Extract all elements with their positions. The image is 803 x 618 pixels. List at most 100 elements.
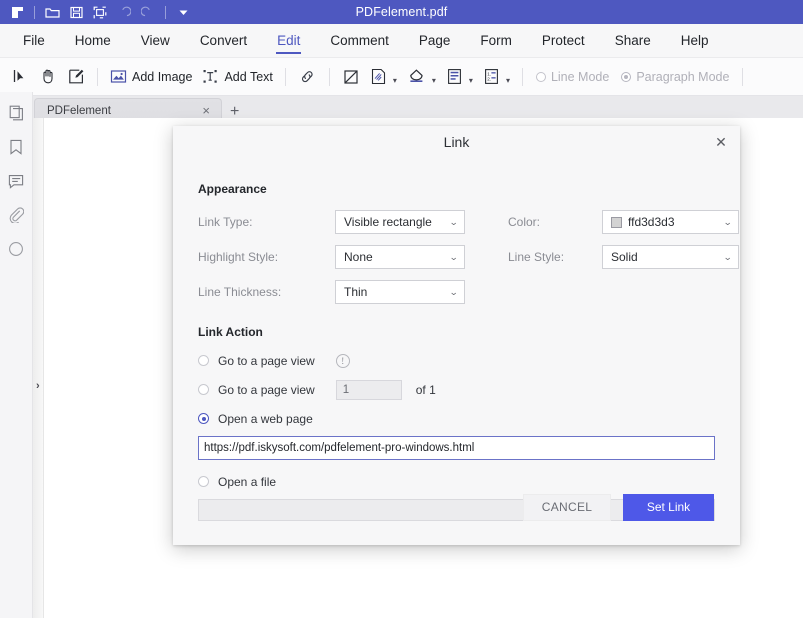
paragraph-mode-radio[interactable]: Paragraph Mode [615,70,735,84]
watermark-dropdown-icon[interactable]: ▾ [393,76,397,85]
line-mode-radio-dot [535,71,546,82]
background-icon[interactable]: ▾ [402,62,441,92]
thumbnails-icon[interactable] [0,96,33,130]
menu-item-view[interactable]: View [126,24,185,58]
dialog-header: Link ✕ [173,126,740,158]
menu-item-page[interactable]: Page [404,24,466,58]
option-go-to-page-view-destination[interactable]: Go to a page view ! [198,348,715,373]
close-icon[interactable]: ✕ [712,133,730,151]
bates-numbering-icon[interactable]: 1. 2. ▾ [478,62,515,92]
print-icon[interactable] [89,2,111,22]
menu-item-form[interactable]: Form [465,24,527,58]
svg-text:2.: 2. [487,76,491,81]
set-link-button[interactable]: Set Link [623,493,714,521]
edit-text-tool-icon[interactable] [62,62,90,92]
undo-icon [113,2,135,22]
add-text-label: Add Text [224,69,273,84]
toolbar-divider-3 [328,67,330,86]
watermark-icon[interactable]: ▾ [365,62,402,92]
dialog-title: Link [443,134,470,150]
add-text-button[interactable]: Add Text [197,62,277,92]
go-to-page-view-destination-label: Go to a page view [218,353,315,368]
save-icon[interactable] [65,2,87,22]
page-total-label: of 1 [415,382,436,397]
radio-go-to-page-number[interactable] [198,384,209,395]
tab-close-icon[interactable]: × [199,104,213,117]
row-line-thickness: Line Thickness: Thin ⌄ [198,280,715,304]
highlight-style-select[interactable]: None ⌄ [335,245,465,269]
menu-item-share[interactable]: Share [600,24,666,58]
highlight-style-label: Highlight Style: [198,250,279,264]
radio-open-web-page[interactable] [198,413,209,424]
app-logo-icon [6,2,28,22]
toolbar-divider-2 [284,67,286,86]
url-input[interactable]: https://pdf.iskysoft.com/pdfelement-pro-… [198,436,715,460]
chevron-down-icon: ⌄ [449,216,459,227]
bates-dropdown-icon[interactable]: ▾ [506,76,510,85]
menu-bar: File Home View Convert Edit Comment Page… [0,24,803,58]
customize-dropdown-icon[interactable] [172,2,194,22]
left-sidebar-rail [0,92,33,618]
menu-item-convert[interactable]: Convert [185,24,262,58]
select-tool-icon[interactable] [6,62,34,92]
sidebar-expander-icon[interactable]: › [36,380,40,392]
attachment-icon[interactable] [0,198,33,232]
toolbar-divider-2 [165,5,166,19]
menu-item-comment[interactable]: Comment [315,24,404,58]
bookmark-icon[interactable] [0,130,33,164]
menu-item-edit[interactable]: Edit [262,24,315,58]
highlight-style-value: None [344,250,373,264]
menu-item-protect[interactable]: Protect [527,24,600,58]
cancel-button[interactable]: CANCEL [523,493,611,521]
hand-tool-icon[interactable] [34,62,62,92]
line-thickness-label: Line Thickness: [198,285,282,299]
quick-access-toolbar [0,2,194,22]
menu-item-help[interactable]: Help [666,24,724,58]
title-bar: PDFelement.pdf [0,0,803,24]
chevron-down-icon: ⌄ [723,251,733,262]
link-dialog: Link ✕ Appearance Link Type: Visible rec… [173,126,740,545]
paragraph-mode-radio-dot [621,71,632,82]
annotation-icon[interactable] [0,164,33,198]
link-icon[interactable] [293,62,322,92]
line-thickness-value: Thin [344,285,368,299]
paragraph-mode-label: Paragraph Mode [636,69,730,84]
edit-toolbar: Add Image Add Text ▾ ▾ ▾ 1. 2. ▾ Line Mod… [0,58,803,96]
dialog-footer: CANCEL Set Link [173,469,740,545]
background-dropdown-icon[interactable]: ▾ [432,76,436,85]
line-thickness-select[interactable]: Thin ⌄ [335,280,465,304]
toolbar-divider [34,5,35,19]
dialog-body: Appearance Link Type: Visible rectangle … [173,158,740,521]
chevron-down-icon: ⌄ [449,251,459,262]
option-go-to-page-number[interactable]: Go to a page view 1 of 1 [198,377,715,402]
appearance-section-label: Appearance [198,182,267,196]
line-style-select[interactable]: Solid ⌄ [602,245,739,269]
page-number-input[interactable]: 1 [335,379,402,400]
link-type-select[interactable]: Visible rectangle ⌄ [335,210,465,234]
tab-label: PDFelement [47,104,111,117]
stamp-icon[interactable] [0,232,33,266]
line-style-value: Solid [611,250,638,264]
add-image-label: Add Image [132,69,193,84]
crop-icon[interactable] [337,62,365,92]
color-label: Color: [508,215,541,229]
header-footer-dropdown-icon[interactable]: ▾ [469,76,473,85]
line-style-label: Line Style: [508,250,565,264]
info-icon[interactable]: ! [335,353,350,368]
chevron-down-icon: ⌄ [449,286,459,297]
menu-item-file[interactable]: File [8,24,60,58]
chevron-down-icon: ⌄ [723,216,733,227]
color-select[interactable]: ffd3d3d3 ⌄ [602,210,739,234]
color-value: ffd3d3d3 [628,215,675,229]
link-type-label: Link Type: [198,215,253,229]
header-footer-icon[interactable]: ▾ [441,62,478,92]
color-swatch [611,216,622,228]
go-to-page-number-label: Go to a page view [218,382,315,397]
add-image-button[interactable]: Add Image [105,62,197,92]
menu-item-home[interactable]: Home [60,24,126,58]
line-mode-radio[interactable]: Line Mode [530,70,615,84]
toolbar-divider-4 [521,67,523,86]
option-open-web-page[interactable]: Open a web page [198,406,715,431]
radio-go-to-page-view-destination[interactable] [198,355,209,366]
open-folder-icon[interactable] [41,2,63,22]
